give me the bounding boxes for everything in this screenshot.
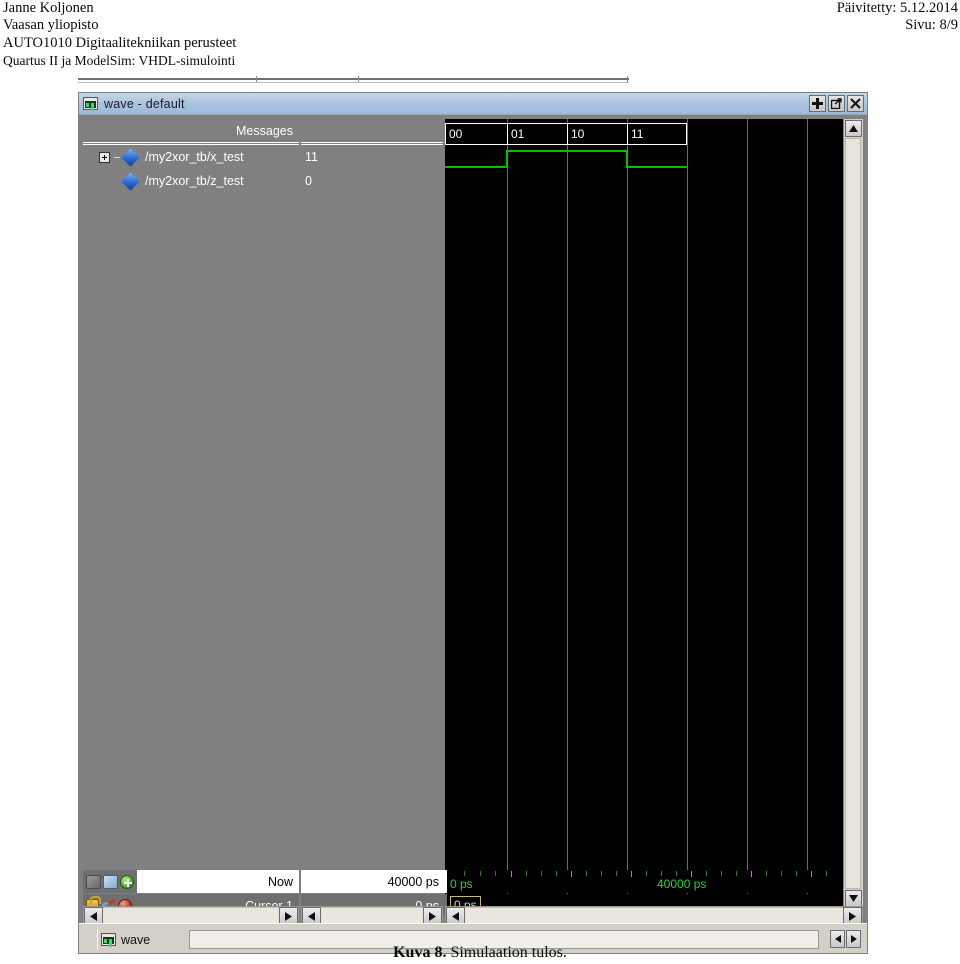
dock-button[interactable] [809,95,826,112]
wave-window-icon [83,97,98,110]
waveform-gridline [507,119,508,908]
ruler-label-start: 0 ps [450,877,473,891]
ruler-label-now: 40000 ps [657,877,707,891]
waveform-canvas[interactable]: 00 01 10 11 [445,119,843,908]
figure-caption-text: Simulaation tulos. [450,944,567,961]
signal-row-x-test[interactable]: /my2xor_tb/x_test [83,145,299,169]
tree-line-spacer [114,181,120,182]
close-button[interactable] [847,95,864,112]
figure-caption: Kuva 8. Simulaation tulos. [0,944,960,962]
bus-segment-label: 11 [631,127,644,141]
window-titlebar: wave - default [79,93,867,115]
trace-level-high [507,150,627,152]
signal-name-label: /my2xor_tb/x_test [145,150,244,164]
bus-segment-label: 10 [571,127,585,141]
wave-toolbar-icons-top [83,870,137,893]
signal-names-list: /my2xor_tb/x_test /my2xor_tb/z_test [83,144,299,908]
signal-name-label: /my2xor_tb/z_test [145,174,244,188]
now-value: 40000 ps [301,870,447,893]
waveform-vertical-scrollbar[interactable] [843,119,863,908]
toolbar-separator-strip [78,76,868,86]
separator-line-light [78,82,629,83]
values-header [301,119,443,143]
now-label: Now [137,870,299,893]
bus-signal-icon [121,147,140,167]
trace-level-low [627,166,687,168]
waveform-gridline [807,119,808,908]
separator-tick [627,76,628,82]
tree-line [114,156,120,158]
window-controls [809,95,864,112]
bus-segment: 00 [445,123,507,145]
document-header: Janne Koljonen Vaasan yliopisto AUTO1010… [0,0,960,72]
header-page-number: Sivu: 8/9 [905,17,958,33]
signal-value-z-test: 0 [305,174,312,188]
bus-segment-label: 01 [511,127,525,141]
header-organization: Vaasan yliopisto [3,17,99,33]
timeline-ruler[interactable]: 0 ps 40000 ps [449,870,843,893]
header-updated-date: Päivitetty: 5.12.2014 [836,0,958,16]
signal-value-x-test: 11 [305,150,318,164]
trace-rising-edge [506,150,508,168]
separator-line-dark [78,78,629,80]
vertical-scroll-track[interactable] [845,138,861,889]
bus-segment-label: 00 [449,127,463,141]
wave-window: wave - default Messages /my2xor_tb/x_tes… [78,92,868,954]
separator-tick [256,76,257,82]
waveform-gridline [567,119,568,908]
figure-caption-label: Kuva 8. [393,944,447,961]
signal-names-column: Messages /my2xor_tb/x_test /my2xor_tb/z_… [83,119,299,908]
window-title: wave - default [104,96,185,111]
header-course: AUTO1010 Digitaalitekniikan perusteet [3,35,237,51]
expand-icon[interactable] [99,151,110,163]
undock-button[interactable] [828,95,845,112]
scroll-up-button[interactable] [845,120,862,137]
signal-row-z-test[interactable]: /my2xor_tb/z_test [83,169,299,193]
trace-level-low [445,166,507,168]
bus-segment: 01 [507,123,567,145]
add-cursor-icon[interactable] [120,874,134,889]
separator-tick [358,76,359,82]
now-row: Now 40000 ps 0 ps 40000 ps [83,870,863,893]
bus-segment: 10 [567,123,627,145]
signal-values-column: 11 0 [301,119,443,908]
scalar-signal-icon [121,171,140,191]
header-subject: Quartus II ja ModelSim: VHDL-simulointi [3,53,236,68]
waveform-gridline [747,119,748,908]
waveform-gridline [687,119,688,908]
header-author: Janne Koljonen [3,0,94,16]
bus-segment: 11 [627,123,687,145]
waveform-gridline [627,119,628,908]
signal-values-list: 11 0 [301,144,443,908]
toggle-leaf-names-icon[interactable] [103,874,118,889]
insert-cursor-icon[interactable] [86,874,101,889]
waveform-column: 00 01 10 11 [445,119,863,908]
ruler-ticks [449,870,843,877]
messages-header: Messages [83,119,299,143]
wave-window-body: Messages /my2xor_tb/x_test /my2xor_tb/z_… [79,115,867,934]
